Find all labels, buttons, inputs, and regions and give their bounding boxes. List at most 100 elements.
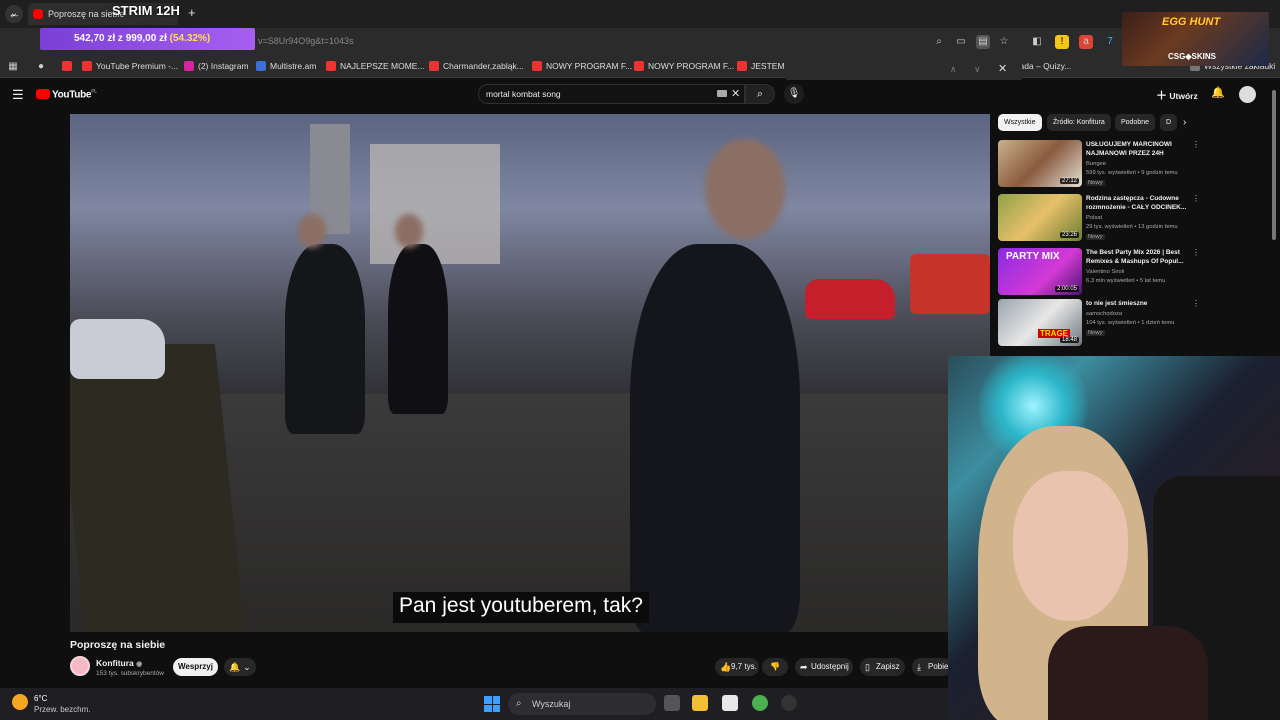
more-options-icon[interactable]: ⋮ <box>1192 194 1200 203</box>
notifications-bell-icon[interactable]: 🔔 <box>1211 86 1225 99</box>
video-scene-car <box>70 319 165 379</box>
youtube-icon <box>82 61 92 71</box>
like-button[interactable]: 👍 9,7 tys. <box>715 658 759 676</box>
file-explorer-icon[interactable] <box>692 695 708 711</box>
app-icon[interactable] <box>781 695 797 711</box>
close-icon[interactable]: ✕ <box>998 62 1007 75</box>
recommended-video[interactable]: PARTY MIX 2:00:05 The Best Party Mix 202… <box>998 248 1200 298</box>
bookmark-item[interactable]: NOWY PROGRAM F... <box>634 61 734 71</box>
bookmark-item[interactable]: NAJLEPSZE MOME... <box>326 61 425 71</box>
channel-avatar[interactable] <box>70 656 90 676</box>
search-button[interactable]: ⌕ <box>745 84 775 104</box>
extension-icon[interactable]: a <box>1079 35 1093 49</box>
apps-grid-icon[interactable]: ▦ <box>6 60 20 74</box>
webcam-person-face <box>1013 471 1128 621</box>
new-tab-button[interactable]: + <box>188 5 196 20</box>
video-thumbnail[interactable]: TRAGE 18:48 <box>998 299 1082 346</box>
bookmark-star-icon[interactable]: ☆ <box>997 35 1011 49</box>
subscription-bell-button[interactable]: 🔔 ⌄ <box>224 658 256 676</box>
scrollbar[interactable] <box>1272 90 1276 240</box>
create-button[interactable]: ＋ Utwórz <box>1156 87 1198 103</box>
download-icon: ⤓ <box>917 662 921 672</box>
recommended-title[interactable]: The Best Party Mix 2026 | Best Remixes &… <box>1086 248 1188 266</box>
save-button[interactable]: ▯ Zapisz <box>860 658 905 676</box>
thumbs-down-icon: 👎 <box>770 662 780 671</box>
more-options-icon[interactable]: ⋮ <box>1192 299 1200 308</box>
video-thumbnail[interactable]: PARTY MIX 2:00:05 <box>998 248 1082 295</box>
video-player[interactable] <box>70 114 990 632</box>
video-scene-person <box>285 244 365 434</box>
chip-source[interactable]: Źródło: Konfitura <box>1047 114 1111 131</box>
recommended-channel[interactable]: Valentino Siroli <box>1086 269 1124 275</box>
bookmark-item[interactable]: NOWY PROGRAM F... <box>532 61 632 71</box>
download-button[interactable]: ⤓ Pobie <box>912 658 952 676</box>
install-app-icon[interactable]: ▭ <box>954 35 968 49</box>
keyboard-icon[interactable] <box>717 90 727 97</box>
donation-goal-overlay: 542,70 zł z 999,00 zł (54.32%) <box>40 28 255 50</box>
chip-all[interactable]: Wszystkie <box>998 114 1042 131</box>
recommended-channel[interactable]: samochodoza <box>1086 311 1122 317</box>
recommended-title[interactable]: Rodzina zastępcza - Cudowne rozmnożenie … <box>1086 194 1188 212</box>
recommended-channel[interactable]: Polsat <box>1086 215 1102 221</box>
chrome-icon[interactable] <box>752 695 768 711</box>
blurred-face <box>298 214 326 248</box>
youtube-logo-icon[interactable] <box>36 89 50 99</box>
youtube-logo-text[interactable]: YouTubePL <box>52 89 97 100</box>
find-next-icon[interactable]: ∨ <box>974 64 981 75</box>
github-icon[interactable]: ● <box>34 60 48 74</box>
recommended-video[interactable]: 23:26 Rodzina zastępcza - Cudowne rozmno… <box>998 194 1200 244</box>
new-badge: Nowy <box>1086 234 1105 240</box>
recommended-title[interactable]: USŁUGUJEMY MARCINOWI NAJMANOWI PRZEZ 24H <box>1086 140 1188 158</box>
new-badge: Nowy <box>1086 180 1105 186</box>
reading-mode-icon[interactable]: ▤ <box>976 35 990 49</box>
bookmark-item[interactable]: (2) Instagram <box>184 61 249 71</box>
account-avatar[interactable] <box>1239 86 1256 103</box>
find-prev-icon[interactable]: ∧ <box>950 64 957 75</box>
multistream-icon <box>256 61 266 71</box>
channel-name[interactable]: Konfitura ◉ <box>96 658 142 668</box>
weather-icon[interactable] <box>12 694 28 710</box>
more-options-icon[interactable]: ⋮ <box>1192 140 1200 149</box>
dislike-button[interactable]: 👎 <box>762 658 788 676</box>
bookmark-item[interactable]: Charmander,zabląk... <box>429 61 524 71</box>
recommended-video[interactable]: 27:12 USŁUGUJEMY MARCINOWI NAJMANOWI PRZ… <box>998 140 1200 190</box>
recommended-title[interactable]: to nie jest śmieszne <box>1086 299 1188 308</box>
hamburger-menu-icon[interactable]: ☰ <box>12 87 24 103</box>
youtube-icon <box>532 61 542 71</box>
support-button[interactable]: Wesprzyj <box>173 658 218 676</box>
store-icon[interactable] <box>722 695 738 711</box>
address-bar-url[interactable]: v=S8Ur94O9g&t=1043s <box>258 36 354 46</box>
bookmark-item[interactable]: Multistre.am <box>256 61 316 71</box>
search-input[interactable]: mortal kombat song <box>478 84 745 104</box>
more-options-icon[interactable]: ⋮ <box>1192 248 1200 257</box>
video-title: Poproszę na siebie <box>70 639 166 651</box>
chip-more[interactable]: D <box>1160 114 1178 131</box>
weather-temperature[interactable]: 6°C <box>34 694 47 703</box>
share-button[interactable]: ➦ Udostępnij <box>795 658 853 676</box>
taskbar-search[interactable]: ⌕ Wyszukaj <box>508 693 656 715</box>
recommended-meta: 29 tys. wyświetleń • 13 godzin temu <box>1086 224 1178 230</box>
task-view-icon[interactable] <box>664 695 680 711</box>
extension-icon[interactable]: ◧ <box>1030 35 1044 49</box>
windows-start-icon[interactable] <box>484 696 500 712</box>
sponsor-brand: CSG◆SKINS <box>1168 52 1216 61</box>
microphone-icon[interactable]: 🎙 <box>784 84 804 104</box>
video-thumbnail[interactable]: 27:12 <box>998 140 1082 187</box>
video-scene-building <box>370 144 500 264</box>
extension-icon[interactable]: ! <box>1055 35 1069 49</box>
bookmark-item[interactable]: YouTube Premium -... <box>82 61 178 71</box>
back-arrow-icon[interactable]: ← <box>8 6 21 21</box>
recommended-channel[interactable]: Bungee <box>1086 161 1106 167</box>
extension-icon[interactable]: 7 <box>1103 35 1117 49</box>
recommended-video[interactable]: TRAGE 18:48 to nie jest śmieszne samocho… <box>998 299 1200 349</box>
chevron-right-icon[interactable]: › <box>1183 117 1186 128</box>
verified-icon: ◉ <box>136 661 143 668</box>
zoom-icon[interactable]: ⌕ <box>932 35 946 49</box>
clear-search-icon[interactable]: ✕ <box>731 87 740 100</box>
video-thumbnail[interactable]: 23:26 <box>998 194 1082 241</box>
weather-description[interactable]: Przew. bezchm. <box>34 705 90 714</box>
share-icon: ➦ <box>800 662 808 672</box>
chip-related[interactable]: Podobne <box>1115 114 1156 131</box>
instagram-icon <box>184 61 194 71</box>
sponsor-title: EGG HUNT <box>1162 16 1221 28</box>
